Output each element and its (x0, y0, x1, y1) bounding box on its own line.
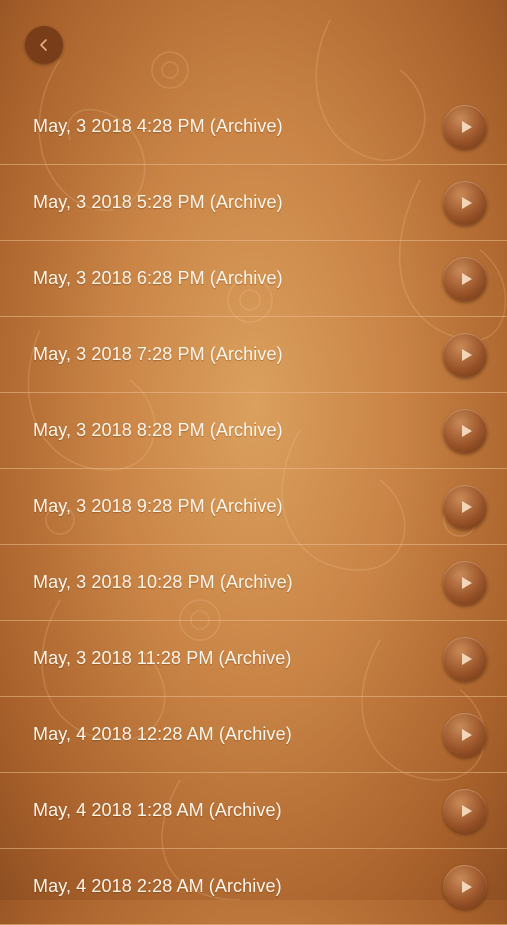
play-icon (461, 652, 472, 665)
play-button[interactable] (443, 560, 487, 605)
play-icon (461, 576, 472, 589)
list-item[interactable]: May, 3 2018 6:28 PM (Archive) (0, 241, 507, 317)
list-item[interactable]: May, 3 2018 11:28 PM (Archive) (0, 621, 507, 697)
play-button[interactable] (443, 864, 487, 909)
back-button[interactable] (25, 26, 63, 64)
play-button[interactable] (443, 408, 487, 453)
play-icon (461, 196, 472, 209)
list-item[interactable]: May, 3 2018 9:28 PM (Archive) (0, 469, 507, 545)
play-icon (461, 348, 472, 361)
play-button[interactable] (443, 484, 487, 529)
recording-label: May, 3 2018 8:28 PM (Archive) (33, 420, 283, 440)
list-item[interactable]: May, 4 2018 1:28 AM (Archive) (0, 773, 507, 849)
play-icon (461, 728, 472, 741)
play-button[interactable] (443, 180, 487, 225)
play-icon (461, 880, 472, 893)
recording-label: May, 3 2018 10:28 PM (Archive) (33, 572, 293, 592)
list-item[interactable]: May, 3 2018 5:28 PM (Archive) (0, 165, 507, 241)
play-button[interactable] (443, 712, 487, 757)
recording-label: May, 3 2018 11:28 PM (Archive) (33, 648, 292, 668)
recording-label: May, 3 2018 4:28 PM (Archive) (33, 116, 283, 136)
list-item[interactable]: May, 4 2018 12:28 AM (Archive) (0, 697, 507, 773)
recording-label: May, 3 2018 7:28 PM (Archive) (33, 344, 283, 364)
play-icon (461, 120, 472, 133)
recording-label: May, 3 2018 9:28 PM (Archive) (33, 496, 283, 516)
recording-label: May, 4 2018 1:28 AM (Archive) (33, 800, 282, 820)
play-button[interactable] (443, 332, 487, 377)
chevron-left-icon (40, 39, 47, 51)
play-button[interactable] (443, 636, 487, 681)
list-item[interactable]: May, 3 2018 4:28 PM (Archive) (0, 89, 507, 165)
play-button[interactable] (443, 256, 487, 301)
recording-label: May, 3 2018 6:28 PM (Archive) (33, 268, 283, 288)
list-item[interactable]: May, 3 2018 10:28 PM (Archive) (0, 545, 507, 621)
play-button[interactable] (443, 104, 487, 149)
list-item[interactable]: May, 3 2018 8:28 PM (Archive) (0, 393, 507, 469)
play-icon (461, 272, 472, 285)
recording-label: May, 3 2018 5:28 PM (Archive) (33, 192, 283, 212)
recordings-list: May, 3 2018 4:28 PM (Archive) May, 3 201… (0, 89, 507, 925)
list-item[interactable]: May, 4 2018 2:28 AM (Archive) (0, 849, 507, 925)
recording-label: May, 4 2018 12:28 AM (Archive) (33, 724, 292, 744)
recording-label: May, 4 2018 2:28 AM (Archive) (33, 876, 282, 896)
play-icon (461, 500, 472, 513)
play-icon (461, 804, 472, 817)
list-item[interactable]: May, 3 2018 7:28 PM (Archive) (0, 317, 507, 393)
play-icon (461, 424, 472, 437)
play-button[interactable] (443, 788, 487, 833)
